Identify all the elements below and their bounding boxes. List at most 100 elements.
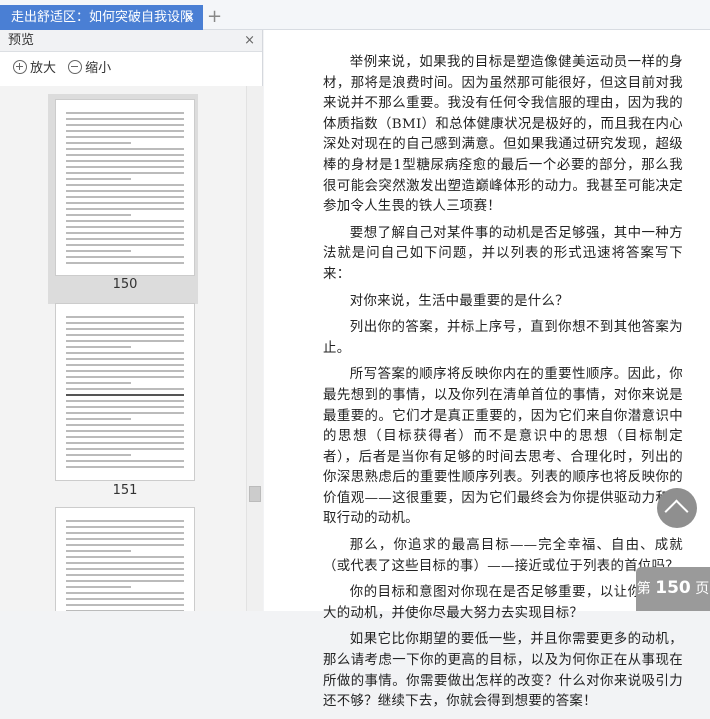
thumb-text-line [66,208,184,210]
thumb-text-line [66,424,184,426]
thumb-text-line [66,604,184,606]
scroll-to-top-button[interactable] [657,488,697,528]
close-tab-icon[interactable]: × [184,5,195,30]
document-tab[interactable]: 走出舒适区：如何突破自我设限 × [0,5,203,30]
thumb-text-line [66,448,184,450]
thumb-text-line [66,244,184,246]
thumb-text-line [66,358,184,360]
thumb-text-line [66,460,184,462]
thumb-text-line [66,370,184,372]
paragraph: 如果它比你期望的要低一些，并且你需要更多的动机，那么请考虑一下你的更高的目标，以… [323,632,683,710]
thumb-text-line [66,598,184,600]
thumb-text-line [66,580,184,582]
thumb-text-line [66,328,184,330]
thumb-text-line [66,352,184,354]
thumb-text-line [66,382,131,384]
thumb-text-line [66,412,184,414]
thumb-text-line [66,148,184,150]
paragraph: 要想了解自己对某件事的动机是否足够强，其中一种方法就是问自己如下问题，并以列表的… [323,225,683,282]
thumb-text-line [66,454,131,456]
thumb-text-line [66,340,184,342]
thumb-text-line [66,214,131,216]
thumb-text-line [66,556,184,558]
thumb-text-line [66,250,131,252]
zoom-in-button[interactable]: 放大 [13,52,60,86]
thumb-text-line [66,262,184,264]
thumb-text-line [66,568,184,570]
thumb-text-line [66,376,184,378]
page-thumbnail-151[interactable] [55,303,195,481]
current-page-number: 150 [655,578,691,598]
page-label-151: 151 [112,483,138,498]
thumb-text-line [66,538,184,540]
thumb-text-line [66,154,184,156]
page-suffix: 页 [695,581,710,597]
paragraph: 列出你的答案，并标上序号，直到你想不到其他答案为止。 [323,320,683,356]
scrollbar-thumb[interactable] [249,486,261,502]
close-sidebar-icon[interactable]: × [244,30,255,52]
page-thumbnail-152[interactable] [55,507,195,611]
thumb-text-line [66,196,184,198]
tab-title: 走出舒适区：如何突破自我设限 [11,10,194,25]
thumb-text-line [66,388,184,390]
thumb-text-line [66,220,184,222]
zoom-out-button[interactable]: 缩小 [68,52,115,86]
zoom-in-icon [13,60,27,74]
thumb-text-line [66,586,131,588]
page-content: 举例来说，如果我的目标是塑造像健美运动员一样的身材，那将是浪费时间。因为虽然那可… [323,53,683,719]
sidebar-title: 预览 [8,33,35,48]
thumb-text-line [66,400,184,402]
thumb-text-line [66,520,184,522]
page-label-150: 150 [112,277,138,292]
thumb-text-line [66,160,184,162]
thumb-text-line [66,544,184,546]
zoom-out-label: 缩小 [85,61,112,76]
thumbnail-scrollbar[interactable] [246,86,263,611]
thumb-text-line [66,238,184,240]
page-prefix: 第 [636,581,651,597]
thumb-text-line [66,322,184,324]
paragraph: 那么，你追求的最高目标——完全幸福、自由、成就（或代表了这些目标的事）——接近或… [323,538,683,574]
thumb-text-line [66,202,184,204]
new-tab-button[interactable]: + [207,5,222,29]
sidebar-header: 预览 × [0,30,262,52]
thumb-text-line [66,406,184,408]
thumb-text-line [66,418,131,420]
thumb-text-line [66,574,184,576]
page-indicator: 第 150 页 [636,567,710,611]
thumb-text-line [66,394,184,396]
zoom-in-label: 放大 [30,61,57,76]
thumb-text-line [66,592,184,594]
thumb-text-line [66,442,184,444]
page-thumbnail-150[interactable] [55,99,195,276]
thumb-text-line [66,172,184,174]
reading-pane: 举例来说，如果我的目标是塑造像健美运动员一样的身材，那将是浪费时间。因为虽然那可… [264,30,710,709]
zoom-toolbar: 放大 缩小 [0,52,262,86]
thumb-text-line [66,232,184,234]
thumb-text-line [66,334,184,336]
thumbnail-list: 150 151 [0,86,246,611]
thumb-text-line [66,166,184,168]
thumb-text-line [66,256,184,258]
thumb-text-line [66,550,131,552]
thumb-text-line [66,466,184,468]
thumb-text-line [66,364,184,366]
thumb-text-line [66,226,184,228]
thumb-text-line [66,532,184,534]
thumb-text-line [66,190,184,192]
thumb-text-line [66,142,131,144]
thumb-text-line [66,178,131,180]
thumb-text-line [66,562,184,564]
tab-bar: 走出舒适区：如何突破自我设限 × + [0,0,710,30]
thumb-text-line [66,118,184,120]
paragraph: 你的目标和意图对你现在是否足够重要，以让你保持强大的动机，并使你尽最大努力去实现… [323,585,683,621]
thumb-text-line [66,346,131,348]
zoom-out-icon [68,60,83,74]
thumb-text-line [66,124,184,126]
preview-sidebar: 预览 × 放大 缩小 150 151 [0,30,263,611]
thumb-text-line [66,526,184,528]
thumb-text-line [66,112,184,114]
thumb-text-line [66,436,184,438]
paragraph: 所写答案的顺序将反映你内在的重要性顺序。因此，你最先想到的事情，以及你列在清单首… [323,367,683,527]
thumb-text-line [66,130,184,132]
